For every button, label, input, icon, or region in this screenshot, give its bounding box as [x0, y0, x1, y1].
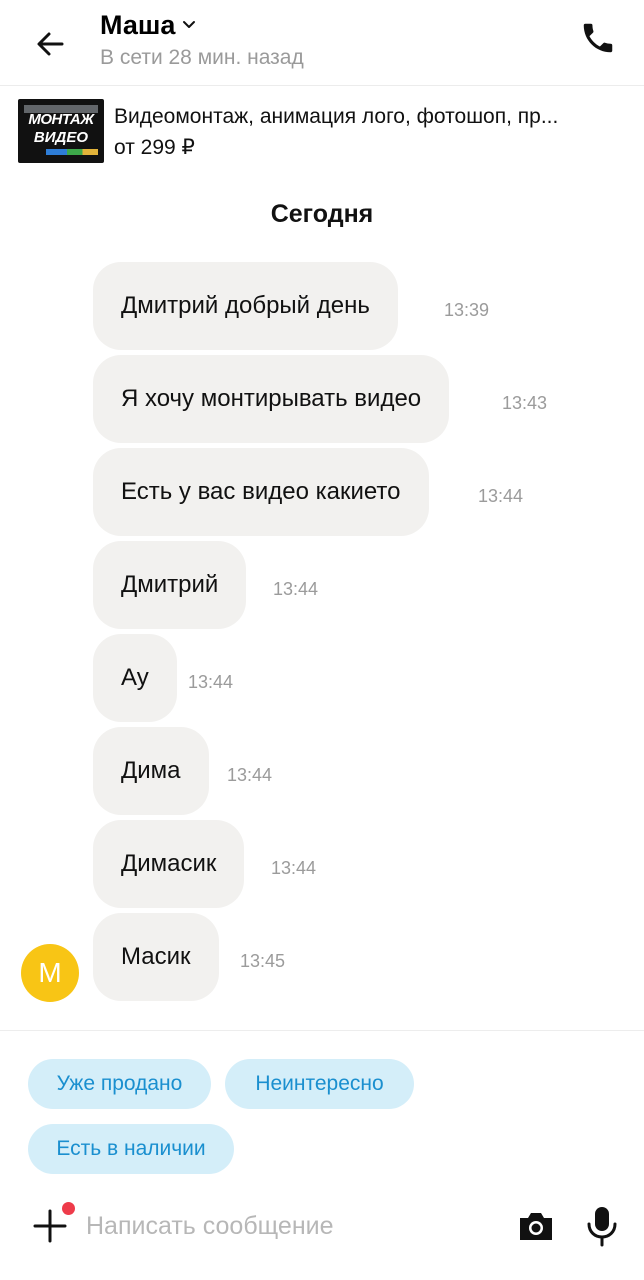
thumb-color-bar — [46, 149, 98, 155]
listing-price: от 299 ₽ — [114, 136, 195, 159]
thumb-text-bottom: ВИДЕО — [33, 129, 89, 146]
contact-name[interactable]: Маша — [100, 10, 175, 41]
date-separator: Сегодня — [270, 200, 374, 228]
avatar[interactable]: М — [21, 944, 79, 1002]
message-time: 13:44 — [271, 858, 317, 878]
listing-title[interactable]: Видеомонтаж, анимация лого, фотошоп, пр.… — [114, 105, 624, 129]
message-time: 13:44 — [227, 765, 273, 785]
message-text: Димасик — [121, 850, 217, 877]
message-time: 13:43 — [502, 393, 548, 413]
message-bubble[interactable]: Дмитрий добрый день — [93, 262, 398, 350]
message-text: Есть у вас видео какието — [121, 478, 401, 505]
notification-dot — [62, 1202, 75, 1215]
listing-thumbnail[interactable]: МОНТАЖ ВИДЕО — [18, 99, 104, 163]
back-button[interactable] — [28, 22, 72, 66]
message-bubble[interactable]: Дмитрий — [93, 541, 247, 629]
message-bubble[interactable]: Димасик — [93, 820, 245, 908]
online-status: В сети 28 мин. назад — [100, 46, 304, 69]
phone-icon — [583, 23, 613, 53]
message-text: Ау — [121, 664, 149, 691]
message-text: Я хочу монтирывать видео — [121, 385, 422, 412]
chevron-down-icon[interactable] — [181, 17, 197, 33]
message-time: 13:45 — [240, 951, 286, 971]
microphone-button[interactable] — [582, 1204, 622, 1248]
microphone-icon — [587, 1207, 617, 1247]
message-text: Дмитрий добрый день — [121, 292, 370, 319]
contact-info[interactable]: Маша В сети 28 мин. назад — [100, 8, 304, 70]
message-text: Масик — [121, 943, 191, 970]
message-bubble[interactable]: Есть у вас видео какието — [93, 448, 429, 536]
message-text: Дима — [121, 757, 181, 784]
message-time: 13:44 — [188, 672, 234, 692]
call-button[interactable] — [576, 16, 620, 60]
quick-reply-in-stock[interactable]: Есть в наличии — [28, 1124, 234, 1174]
message-time: 13:44 — [478, 486, 524, 506]
message-bubble[interactable]: Масик — [93, 913, 219, 1001]
camera-button[interactable] — [516, 1206, 556, 1246]
thumb-text-top: МОНТАЖ — [28, 111, 94, 128]
message-text: Дмитрий — [121, 571, 219, 598]
quick-reply-sold[interactable]: Уже продано — [28, 1059, 211, 1109]
message-input[interactable] — [86, 1202, 496, 1250]
message-bubble[interactable]: Ау — [93, 634, 177, 722]
divider — [0, 1030, 644, 1031]
back-arrow-icon — [37, 32, 64, 56]
message-bubble[interactable]: Дима — [93, 727, 209, 815]
chat-header: Маша В сети 28 мин. назад — [0, 0, 644, 86]
message-time: 13:39 — [444, 300, 490, 320]
message-time: 13:44 — [273, 579, 319, 599]
listing-preview[interactable]: МОНТАЖ ВИДЕО Видеомонтаж, анимация лого,… — [0, 87, 644, 183]
quick-reply-not-interested[interactable]: Неинтересно — [225, 1059, 414, 1109]
message-bubble[interactable]: Я хочу монтирывать видео — [93, 355, 450, 443]
camera-icon — [520, 1213, 552, 1240]
